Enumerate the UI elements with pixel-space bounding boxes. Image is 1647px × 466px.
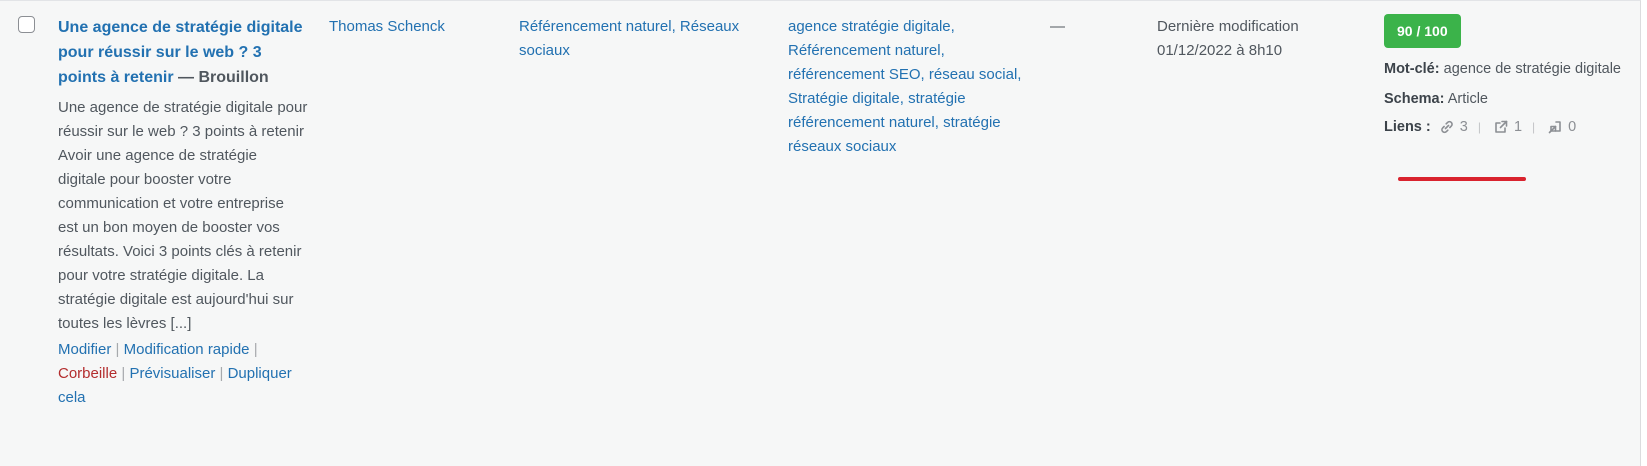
tags-column: agence stratégie digitale, Référencement… xyxy=(788,15,1028,159)
quick-edit-link[interactable]: Modification rapide xyxy=(124,341,250,358)
edit-link[interactable]: Modifier xyxy=(58,341,111,358)
post-state: Brouillon xyxy=(198,69,269,86)
date-label: Dernière modification xyxy=(1157,18,1299,35)
highlight-underline xyxy=(1398,177,1526,181)
preview-link[interactable]: Prévisualiser xyxy=(129,365,215,382)
link-icon xyxy=(1439,119,1455,135)
action-separator: | xyxy=(253,341,258,358)
row-actions: Modifier | Modification rapide | Corbeil… xyxy=(58,338,308,410)
title-column: Une agence de stratégie digitale pour ré… xyxy=(58,15,308,410)
action-separator: | xyxy=(219,365,224,382)
seo-column: 90 / 100 Mot-clé: agence de stratégie di… xyxy=(1384,14,1624,139)
external-links-count: 1 xyxy=(1513,119,1523,135)
row-select-checkbox[interactable] xyxy=(18,16,35,33)
incoming-links-count: 0 xyxy=(1568,119,1577,135)
links-separator: | xyxy=(1532,120,1536,134)
internal-links-count: 3 xyxy=(1459,119,1468,135)
post-state-separator: — xyxy=(173,69,199,86)
action-separator: | xyxy=(121,365,126,382)
tags-links[interactable]: agence stratégie digitale, Référencement… xyxy=(788,18,1021,155)
date-value: 01/12/2022 à 8h10 xyxy=(1157,42,1283,59)
post-row: Une agence de stratégie digitale pour ré… xyxy=(0,0,1641,466)
categories-links[interactable]: Référencement naturel, Réseaux sociaux xyxy=(519,18,739,59)
seo-keyword: Mot-clé: agence de stratégie digitale xyxy=(1384,57,1624,81)
schema-value: Article xyxy=(1447,91,1488,107)
date-column: Dernière modification 01/12/2022 à 8h10 xyxy=(1157,15,1357,63)
incoming-link-icon xyxy=(1547,119,1563,135)
schema-label: Schema: xyxy=(1384,91,1445,107)
keyword-value: agence de stratégie digitale xyxy=(1443,61,1621,77)
seo-score-badge[interactable]: 90 / 100 xyxy=(1384,14,1461,48)
seo-schema: Schema: Article xyxy=(1384,87,1624,111)
comments-count: — xyxy=(1050,18,1065,35)
categories-column: Référencement naturel, Réseaux sociaux xyxy=(519,15,749,63)
post-excerpt: Une agence de stratégie digitale pour ré… xyxy=(58,99,308,332)
keyword-label: Mot-clé: xyxy=(1384,61,1440,77)
author-link[interactable]: Thomas Schenck xyxy=(329,18,445,35)
comments-column: — xyxy=(1050,15,1110,39)
author-column: Thomas Schenck xyxy=(329,15,489,39)
links-label: Liens : xyxy=(1384,119,1431,135)
seo-links: Liens : 3 | 1 | 0 xyxy=(1384,115,1624,139)
action-separator: | xyxy=(115,341,120,358)
links-separator: | xyxy=(1477,120,1481,134)
external-link-icon xyxy=(1493,119,1509,135)
trash-link[interactable]: Corbeille xyxy=(58,365,117,382)
